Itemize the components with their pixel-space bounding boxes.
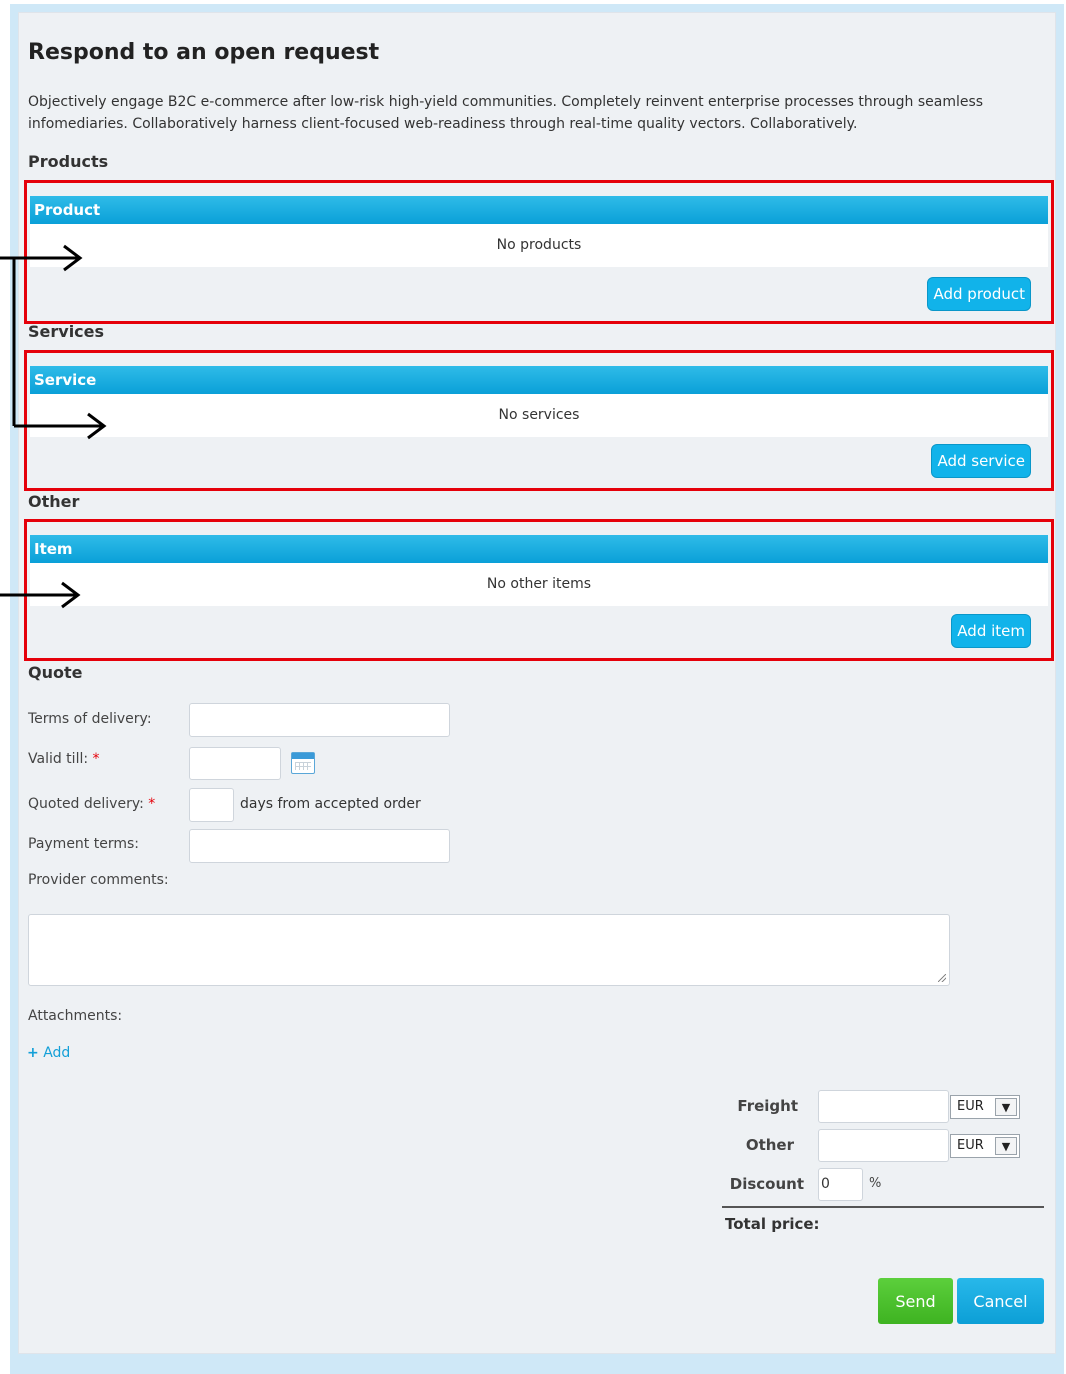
page-title: Respond to an open request <box>28 40 380 65</box>
discount-label: Discount <box>729 1175 804 1193</box>
other-empty-row: No other items <box>30 563 1048 606</box>
add-product-button[interactable]: Add product <box>927 277 1031 311</box>
quote-section-label: Quote <box>28 663 83 682</box>
discount-unit: % <box>869 1176 882 1191</box>
arrow-right-icon <box>0 244 83 272</box>
pricing-divider <box>722 1206 1044 1208</box>
add-service-button[interactable]: Add service <box>931 444 1031 478</box>
valid-till-label-text: Valid till: <box>28 751 89 767</box>
chevron-down-icon: ▼ <box>995 1098 1017 1116</box>
products-column-header: Product <box>30 196 1048 224</box>
other-cost-label: Other <box>745 1136 794 1154</box>
freight-currency-select[interactable]: EUR ▼ <box>950 1095 1020 1119</box>
arrow-right-icon <box>14 412 107 440</box>
products-empty-row: No products <box>30 224 1048 267</box>
freight-label: Freight <box>737 1097 798 1115</box>
other-currency-select[interactable]: EUR ▼ <box>950 1134 1020 1158</box>
quoted-delivery-label-text: Quoted delivery: <box>28 796 144 812</box>
send-button[interactable]: Send <box>878 1278 953 1324</box>
resize-handle[interactable] <box>938 974 946 982</box>
other-cost-input[interactable] <box>818 1129 949 1162</box>
payment-terms-label: Payment terms: <box>28 836 140 852</box>
freight-currency-value: EUR <box>957 1099 984 1114</box>
attachments-label: Attachments: <box>28 1008 123 1024</box>
payment-terms-input[interactable] <box>189 829 450 863</box>
page-description: Objectively engage B2C e-commerce after … <box>28 94 984 132</box>
terms-of-delivery-input[interactable] <box>189 703 450 737</box>
cancel-button[interactable]: Cancel <box>957 1278 1044 1324</box>
services-column-header: Service <box>30 366 1048 394</box>
required-marker: * <box>148 796 156 812</box>
provider-comments-textarea[interactable] <box>28 914 950 986</box>
other-items-table: Item No other items Add item <box>24 519 1054 661</box>
quoted-delivery-suffix: days from accepted order <box>240 796 421 812</box>
services-empty-row: No services <box>30 394 1048 437</box>
arrow-right-icon <box>0 581 81 609</box>
terms-of-delivery-label: Terms of delivery: <box>28 711 152 727</box>
quoted-delivery-days-input[interactable] <box>189 788 234 822</box>
services-table: Service No services Add service <box>24 350 1054 491</box>
valid-till-input[interactable] <box>189 747 281 780</box>
discount-input[interactable]: 0 <box>818 1168 863 1201</box>
products-section-label: Products <box>28 152 109 171</box>
other-column-header: Item <box>30 535 1048 563</box>
annotation-arrows <box>0 244 107 609</box>
add-item-button[interactable]: Add item <box>951 614 1031 648</box>
plus-icon: + <box>27 1045 39 1061</box>
add-attachment-label: Add <box>43 1045 71 1061</box>
provider-comments-label: Provider comments: <box>28 872 169 888</box>
quoted-delivery-label: Quoted delivery: * <box>28 796 155 812</box>
products-table: Product No products Add product <box>24 180 1054 324</box>
required-marker: * <box>92 751 100 767</box>
total-price-label: Total price: <box>725 1215 820 1233</box>
other-currency-value: EUR <box>957 1138 984 1153</box>
add-attachment-link[interactable]: + Add <box>27 1045 70 1061</box>
freight-input[interactable] <box>818 1090 949 1123</box>
valid-till-label: Valid till: * <box>28 751 100 767</box>
chevron-down-icon: ▼ <box>995 1137 1017 1155</box>
calendar-icon[interactable] <box>291 752 315 774</box>
